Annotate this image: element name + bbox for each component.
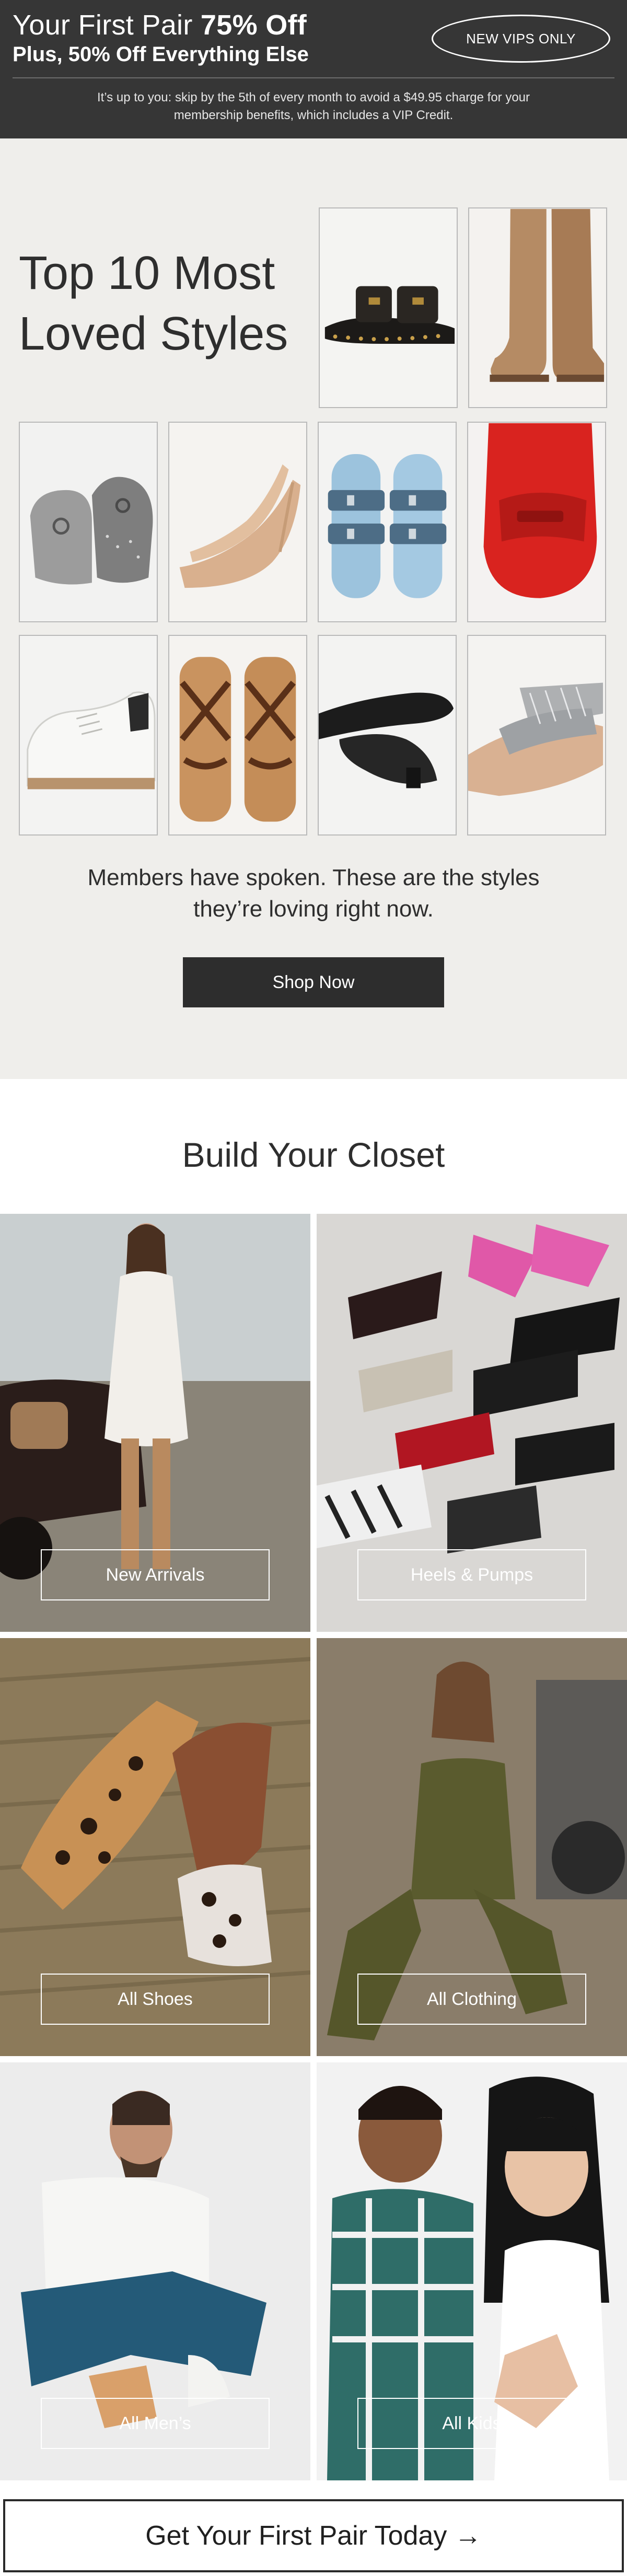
red-loafer-icon [468,423,605,621]
product-tile-10[interactable] [467,635,606,836]
shop-now-button[interactable]: Shop Now [183,957,444,1007]
banner-headline: Your First Pair 75% Off [13,9,307,41]
top-10-section: Top 10 Most Loved Styles Members have sp… [0,138,627,1079]
category-all-mens[interactable]: All Men’s [0,2062,310,2480]
category-all-shoes[interactable]: All Shoes [0,1638,310,2056]
get-first-pair-button[interactable]: Get Your First Pair Today → [3,2499,624,2572]
nude-pump-icon [169,423,306,621]
headline-discount-text: 75% Off [200,9,307,41]
build-your-closet-title: Build Your Closet [182,1135,445,1174]
headline-regular-text: Your First Pair [13,9,201,41]
new-vips-only-button[interactable]: NEW VIPS ONLY [432,15,610,63]
banner-divider [13,77,614,78]
tan-knee-boot-icon [469,208,606,407]
product-tile-4[interactable] [168,422,307,622]
new-arrivals-label: New Arrivals [41,1549,270,1600]
product-tile-2[interactable] [468,207,607,408]
product-tile-1[interactable] [319,207,458,408]
blue-buckle-slide-icon [319,423,456,621]
category-all-kids[interactable]: All Kids [317,2062,627,2480]
all-kids-label: All Kids [357,2398,586,2449]
product-tile-7[interactable] [19,635,158,836]
grey-clog-icon [20,423,157,621]
membership-terms: It’s up to you: skip by the 5th of every… [97,90,530,122]
studded-slide-sandal-icon [320,208,457,407]
section-title: Top 10 Most Loved Styles [19,247,288,360]
all-clothing-label: All Clothing [357,1974,586,2025]
product-tile-8[interactable] [168,635,307,836]
product-tile-5[interactable] [318,422,457,622]
category-new-arrivals[interactable]: New Arrivals [0,1214,310,1632]
white-sneaker-icon [20,636,157,834]
all-shoes-label: All Shoes [41,1974,270,2025]
rhinestone-slide-icon [468,636,605,834]
category-all-clothing[interactable]: All Clothing [317,1638,627,2056]
category-heels-pumps[interactable]: Heels & Pumps [317,1214,627,1632]
product-tile-3[interactable] [19,422,158,622]
black-flat-icon [319,636,456,834]
product-tile-6[interactable] [467,422,606,622]
product-tile-9[interactable] [318,635,457,836]
banner-subhead: Plus, 50% Off Everything Else [13,43,309,66]
strappy-flat-sandal-icon [169,636,306,834]
heels-pumps-label: Heels & Pumps [357,1549,586,1600]
all-mens-label: All Men’s [41,2398,270,2449]
members-blurb: Members have spoken. These are the style… [87,865,540,922]
promo-banner: Your First Pair 75% Off Plus, 50% Off Ev… [0,0,627,138]
